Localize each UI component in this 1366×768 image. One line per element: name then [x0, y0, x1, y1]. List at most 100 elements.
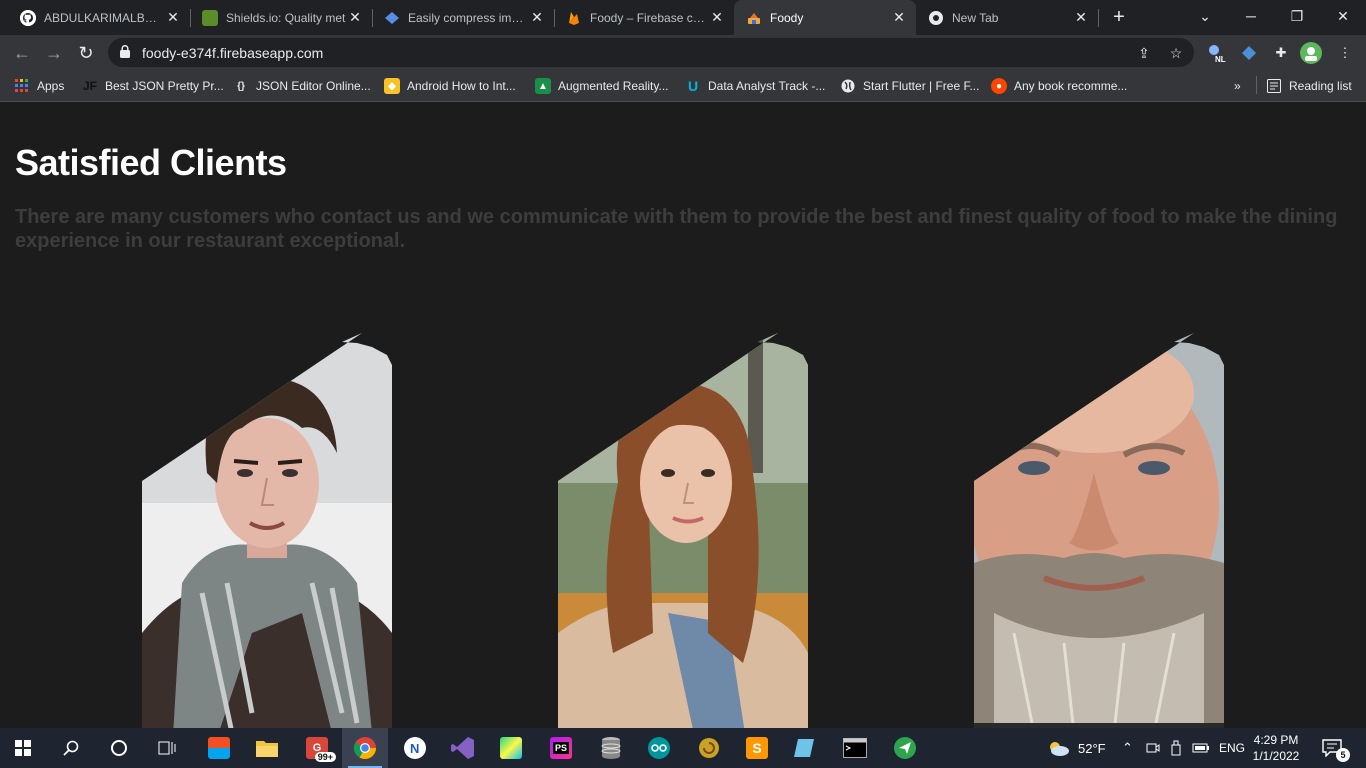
close-icon[interactable]: ✕	[346, 9, 364, 27]
bookmark-apps[interactable]: Apps	[14, 76, 64, 96]
browser-toolbar: ← → ↻ foody-e374f.firebaseapp.com ⇪ ☆ NL…	[0, 35, 1366, 70]
tab-title: Easily compress image	[408, 10, 528, 25]
bookmark-flutter[interactable]: Start Flutter | Free F...	[840, 76, 979, 96]
app-n-icon[interactable]: N	[392, 728, 438, 768]
share-icon[interactable]: ⇪	[1134, 43, 1154, 63]
extension-icon[interactable]	[1238, 42, 1260, 64]
meet-now-icon[interactable]	[1146, 728, 1160, 768]
language-indicator[interactable]: ENG	[1219, 728, 1245, 768]
chrome-taskbar-icon[interactable]	[342, 728, 388, 768]
ar-icon: ▲	[535, 78, 551, 94]
tab-title: ABDULKARIMALBAIK/	[44, 10, 164, 25]
tab-firebase[interactable]: Foody – Firebase cons ✕	[554, 0, 734, 35]
tab-github[interactable]: ABDULKARIMALBAIK/ ✕	[8, 0, 190, 35]
tab-search-icon[interactable]: ⌄	[1182, 0, 1228, 32]
restore-icon[interactable]: ❐	[1274, 0, 1320, 32]
tab-compress[interactable]: Easily compress image ✕	[372, 0, 554, 35]
apps-grid-icon	[14, 78, 30, 94]
temperature: 52°F	[1078, 740, 1106, 756]
weather-widget[interactable]: 52°F	[1046, 728, 1106, 768]
weather-cloud-icon	[1050, 742, 1069, 756]
tab-shields[interactable]: Shields.io: Quality met ✕	[190, 0, 372, 35]
bookmarks-bar: Apps JF Best JSON Pretty Pr... {} JSON E…	[0, 70, 1366, 102]
python-ide-icon[interactable]	[488, 728, 534, 768]
sublime-text-icon[interactable]: S	[734, 728, 780, 768]
visual-studio-icon[interactable]	[440, 728, 486, 768]
bookmark-label: Apps	[37, 79, 65, 93]
client-photo	[142, 333, 392, 728]
send-app-icon[interactable]	[882, 728, 928, 768]
forward-icon[interactable]: →	[40, 39, 68, 67]
reading-list-label: Reading list	[1289, 79, 1352, 93]
database-icon[interactable]	[588, 728, 634, 768]
close-icon[interactable]: ✕	[890, 9, 908, 27]
start-button[interactable]	[0, 728, 46, 768]
compress-icon	[384, 10, 400, 26]
file-explorer-icon[interactable]	[244, 728, 290, 768]
notification-badge: 99+	[314, 752, 336, 762]
client-card-young-man	[142, 333, 392, 728]
tab-title: Foody – Firebase cons	[590, 10, 708, 25]
client-photo	[974, 333, 1224, 728]
close-icon[interactable]: ✕	[1072, 9, 1090, 27]
gmail-checker-icon[interactable]: G 99+	[294, 728, 340, 768]
more-bookmarks-icon[interactable]: »	[1234, 76, 1241, 96]
braces-icon: {}	[237, 80, 245, 92]
reading-list-button[interactable]: Reading list	[1266, 76, 1352, 96]
show-hidden-icons-icon[interactable]: ⌃	[1122, 728, 1133, 768]
window-close-icon[interactable]: ✕	[1320, 0, 1366, 32]
usb-icon[interactable]	[1170, 728, 1182, 768]
close-icon[interactable]: ✕	[164, 9, 182, 27]
section-description: There are many customers who contact us …	[15, 206, 1338, 252]
language-extension-icon[interactable]: NL	[1206, 42, 1228, 64]
android-icon: ◆	[384, 78, 400, 94]
back-icon[interactable]: ←	[8, 39, 36, 67]
close-icon[interactable]: ✕	[528, 9, 546, 27]
url-text: foody-e374f.firebaseapp.com	[142, 45, 324, 61]
bookmark-label: Android How to Int...	[407, 79, 516, 93]
bookmark-label: Any book recomme...	[1014, 79, 1128, 93]
bookmark-json-pretty[interactable]: JF Best JSON Pretty Pr...	[82, 76, 224, 96]
terminal-icon[interactable]	[832, 728, 878, 768]
lock-icon	[120, 45, 130, 58]
address-bar[interactable]: foody-e374f.firebaseapp.com ⇪ ☆	[108, 38, 1194, 67]
bookmark-json-editor[interactable]: {} JSON Editor Online...	[233, 76, 371, 96]
client-card-woman	[558, 333, 808, 728]
notification-center-icon[interactable]: 5	[1322, 728, 1350, 768]
page-title: Satisfied Clients	[15, 142, 287, 183]
puzzle-icon[interactable]: ✚	[1270, 42, 1292, 64]
minimize-icon[interactable]: ─	[1228, 0, 1274, 32]
cortana-icon[interactable]	[96, 728, 142, 768]
arduino-icon[interactable]	[636, 728, 682, 768]
bookmark-android[interactable]: ◆ Android How to Int...	[384, 76, 516, 96]
bookmark-star-icon[interactable]: ☆	[1166, 43, 1186, 63]
snail-app-icon[interactable]	[686, 728, 732, 768]
clock-time: 4:29 PM	[1253, 733, 1299, 747]
system-clock[interactable]: 4:29 PM 1/1/2022	[1248, 732, 1304, 764]
close-icon[interactable]: ✕	[708, 9, 726, 27]
bookmark-data-analyst[interactable]: U Data Analyst Track -...	[685, 76, 825, 96]
client-photo	[558, 333, 808, 728]
battery-icon[interactable]	[1192, 728, 1210, 768]
bookmark-label: Augmented Reality...	[558, 79, 669, 93]
bookmark-ar[interactable]: ▲ Augmented Reality...	[535, 76, 669, 96]
windows-taskbar: G 99+ N PS S 52°F ⌃ ENG 4:29 PM 1/1/2022…	[0, 728, 1366, 768]
search-icon[interactable]	[48, 728, 94, 768]
avatar[interactable]	[1300, 42, 1322, 64]
new-tab-button[interactable]: +	[1108, 6, 1130, 28]
bookmark-reddit[interactable]: ● Any book recomme...	[991, 76, 1127, 96]
reload-icon[interactable]: ↻	[72, 39, 100, 67]
tab-foody[interactable]: Foody ✕	[734, 0, 916, 35]
notes-app-icon[interactable]	[782, 728, 828, 768]
phpstorm-icon[interactable]: PS	[538, 728, 584, 768]
tab-title: New Tab	[952, 10, 999, 25]
udacity-icon: U	[687, 78, 699, 94]
svg-text:N: N	[410, 741, 419, 756]
chrome-icon	[928, 10, 944, 26]
tab-title: Shields.io: Quality met	[226, 10, 346, 25]
reading-list-icon	[1266, 78, 1282, 94]
menu-icon[interactable]: ⋮	[1334, 42, 1356, 64]
task-view-icon[interactable]	[144, 728, 190, 768]
store-icon[interactable]	[196, 728, 242, 768]
tab-newtab[interactable]: New Tab ✕	[916, 0, 1098, 35]
